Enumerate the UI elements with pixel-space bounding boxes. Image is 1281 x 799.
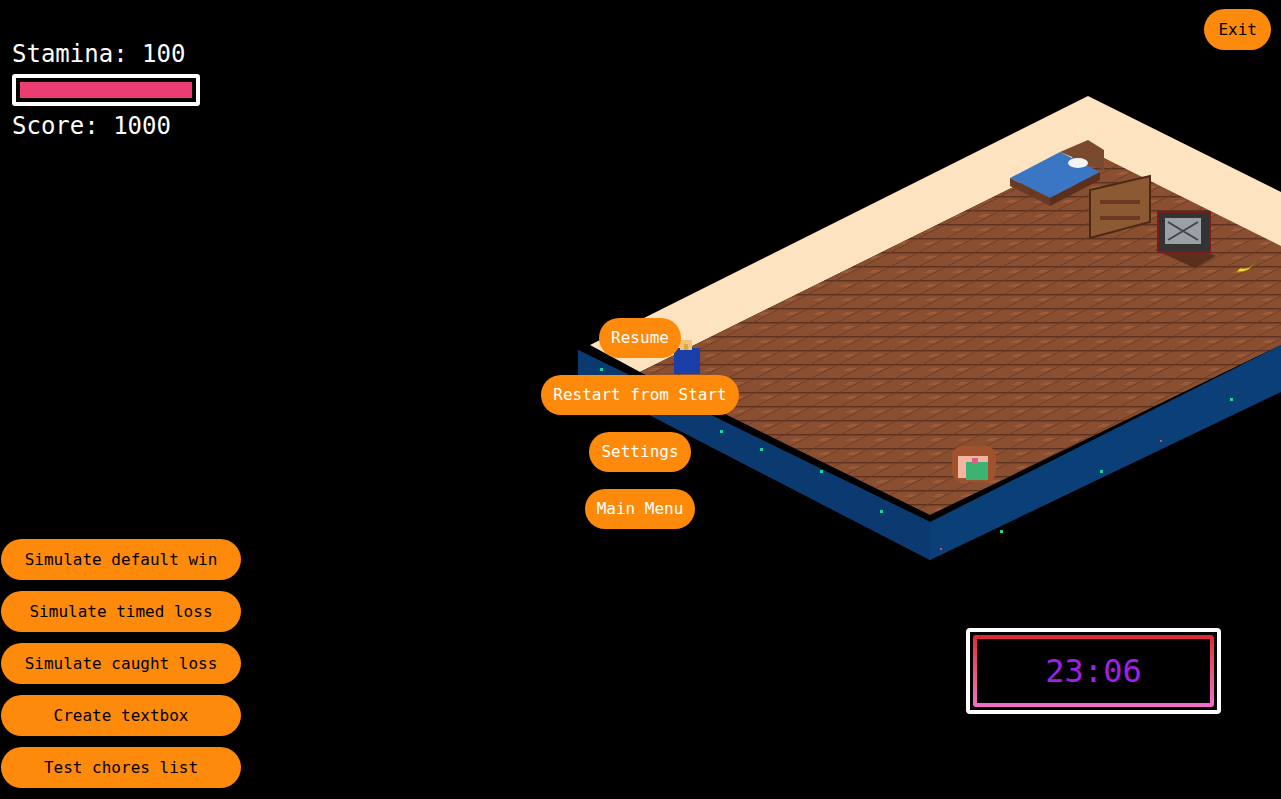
stamina-bar <box>12 74 200 106</box>
pause-menu-button[interactable]: Settings <box>589 432 690 472</box>
pause-menu-button[interactable]: Restart from Start <box>541 375 738 415</box>
hud: Stamina: 100 Score: 1000 <box>12 40 200 140</box>
debug-button[interactable]: Test chores list <box>1 747 241 788</box>
pause-menu-button[interactable]: Resume <box>599 318 681 358</box>
stamina-fill <box>20 82 192 98</box>
timer: 23:06 <box>966 628 1221 714</box>
score-label: Score: 1000 <box>12 112 200 140</box>
exit-button[interactable]: Exit <box>1204 9 1271 50</box>
debug-button[interactable]: Create textbox <box>1 695 241 736</box>
tv-icon <box>1155 212 1216 268</box>
stamina-label: Stamina: 100 <box>12 40 200 68</box>
timer-text: 23:06 <box>1045 653 1141 689</box>
pause-menu: Resume Restart from Start Settings Main Men… <box>440 318 840 529</box>
debug-panel: Simulate default win Simulate timed loss S… <box>1 539 241 788</box>
debug-button[interactable]: Simulate timed loss <box>1 591 241 632</box>
timer-frame: 23:06 <box>973 635 1214 707</box>
pause-menu-button[interactable]: Main Menu <box>585 489 696 529</box>
parent-icon <box>952 446 996 482</box>
timer-face: 23:06 <box>977 639 1210 703</box>
debug-button[interactable]: Simulate default win <box>1 539 241 580</box>
debug-button[interactable]: Simulate caught loss <box>1 643 241 684</box>
door-icon <box>1090 176 1150 238</box>
banana-icon <box>1236 260 1256 272</box>
